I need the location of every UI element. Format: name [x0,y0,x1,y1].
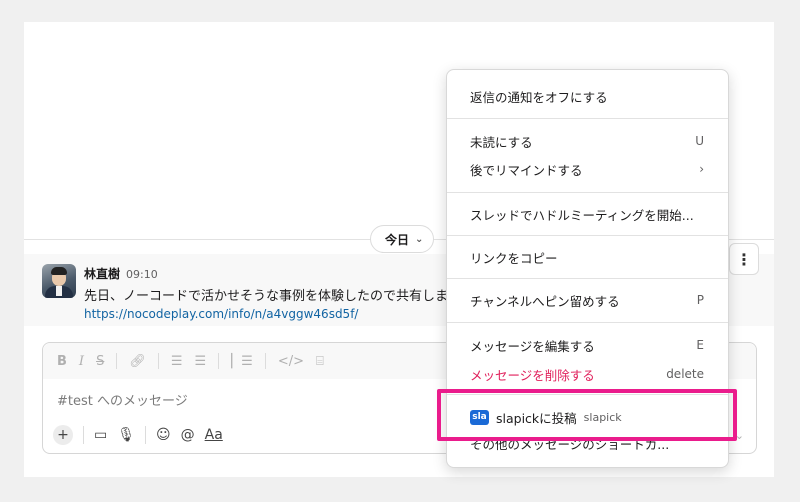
message-link[interactable]: https://nocodeplay.com/info/n/a4vggw46sd… [84,307,358,321]
text-format-button[interactable]: Aa [205,427,223,443]
video-icon[interactable]: ▭ [94,427,107,443]
menu-divider [447,192,728,193]
menu-divider [447,278,728,279]
ordered-list-icon[interactable]: ☰ [171,354,183,369]
blockquote-icon[interactable]: ▏☰ [231,354,253,369]
mention-icon[interactable]: @ [181,427,195,443]
chevron-down-icon: ⌄ [415,233,424,245]
shortcut-hint: U [695,134,704,148]
bold-icon[interactable]: B [57,354,67,369]
shortcut-hint: P [696,293,704,307]
bulleted-list-icon[interactable]: ☰ [195,354,207,369]
toolbar-divider [264,353,266,369]
menu-item-delete-message[interactable]: メッセージを削除する delete [447,362,728,386]
plus-icon[interactable]: + [53,425,73,445]
shortcut-hint: E [696,338,704,352]
chevron-right-icon: › [699,162,704,176]
message-header: 林直樹 09:10 [84,265,158,282]
menu-item-start-huddle[interactable]: スレッドでハドルミーティングを開始... [447,202,728,226]
menu-divider [447,322,728,323]
toolbar-divider [116,353,118,369]
date-divider-button[interactable]: 今日 ⌄ [370,225,435,253]
code-icon[interactable]: </> [278,354,304,369]
date-label: 今日 [385,232,410,247]
menu-item-remind-later[interactable]: 後でリマインドする › [447,157,728,181]
strikethrough-icon[interactable]: S [96,354,104,369]
link-icon[interactable]: 🔗︎ [129,354,146,369]
menu-item-copy-link[interactable]: リンクをコピー [447,245,728,269]
toolbar-divider [218,353,220,369]
toolbar-divider [145,426,147,444]
toolbar-divider [83,426,84,444]
menu-item-mark-unread[interactable]: 未読にする U [447,129,728,153]
more-actions-button[interactable]: ⋮ [729,243,759,275]
avatar[interactable] [42,264,76,298]
code-block-icon[interactable]: ⌸ [316,354,324,369]
author-name[interactable]: 林直樹 [84,265,120,282]
menu-divider [447,235,728,236]
message-text: 先日、ノーコードで活かせそうな事例を体験したので共有しま [84,289,449,304]
composer-actions: + ▭ 🎙︎ ☺ @ Aa [53,425,223,445]
toolbar-divider [157,353,159,369]
menu-item-pin-to-channel[interactable]: チャンネルへピン留めする P [447,288,728,312]
menu-divider [447,118,728,119]
menu-item-turn-off-notifications[interactable]: 返信の通知をオフにする [447,84,728,108]
emoji-icon[interactable]: ☺ [156,427,171,443]
shortcut-hint: delete [666,367,704,381]
menu-item-edit-message[interactable]: メッセージを編集する E [447,333,728,357]
italic-icon[interactable]: I [79,354,84,369]
message-input[interactable]: #test へのメッセージ [57,390,188,409]
highlight-annotation-box [437,389,737,441]
message-timestamp[interactable]: 09:10 [126,268,158,281]
microphone-icon[interactable]: 🎙︎ [117,427,135,443]
